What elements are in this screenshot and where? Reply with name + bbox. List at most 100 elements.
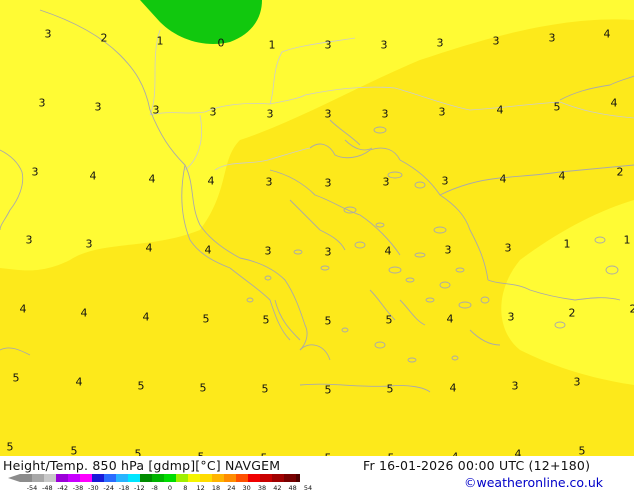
contour-label: 5 xyxy=(135,448,142,457)
contour-label: 3 xyxy=(382,108,389,121)
legend-tick-label: -42 xyxy=(57,484,68,490)
contour-label: 3 xyxy=(325,108,332,121)
contour-label: 3 xyxy=(153,104,160,117)
legend-swatch xyxy=(296,474,300,482)
legend-swatch xyxy=(116,474,128,482)
legend-swatch xyxy=(212,474,224,482)
contour-label: 5 xyxy=(262,383,269,396)
contour-label: 3 xyxy=(86,238,93,251)
legend-tick-label: 18 xyxy=(211,484,221,490)
contour-label: 4 xyxy=(500,173,507,186)
legend-swatch xyxy=(92,474,104,482)
contour-label: 4 xyxy=(611,97,618,110)
legend-swatch xyxy=(284,474,296,482)
contour-label: 1 xyxy=(564,238,571,251)
contour-label: 1 xyxy=(269,39,276,52)
legend-swatch xyxy=(140,474,152,482)
legend-tick-label: -12 xyxy=(134,484,145,490)
contour-label: 5 xyxy=(200,382,207,395)
contour-label: 4 xyxy=(205,244,212,257)
legend-tick-label: 0 xyxy=(167,484,173,490)
legend-swatch xyxy=(104,474,116,482)
contour-label: 4 xyxy=(450,382,457,395)
legend-arrow-left xyxy=(8,474,20,482)
contour-label: 3 xyxy=(508,311,515,324)
legend-tick-label: 38 xyxy=(257,484,267,490)
map-title: Height/Temp. 850 hPa [gdmp][°C] NAVGEM xyxy=(3,458,281,473)
contour-label: 4 xyxy=(497,104,504,117)
contour-label: 3 xyxy=(445,244,452,257)
contour-label: 3 xyxy=(442,175,449,188)
legend-swatch xyxy=(32,474,44,482)
contour-label: 4 xyxy=(559,170,566,183)
contour-label: 5 xyxy=(203,313,210,326)
legend-swatch xyxy=(128,474,140,482)
contour-label: 4 xyxy=(20,303,27,316)
contour-label: 3 xyxy=(383,176,390,189)
contour-label: 4 xyxy=(81,307,88,320)
contour-label: 5 xyxy=(386,314,393,327)
legend-tick-label: -54 xyxy=(26,484,38,490)
contour-label: 4 xyxy=(208,175,215,188)
legend-swatch xyxy=(152,474,164,482)
contour-label: 3 xyxy=(267,108,274,121)
map-view: 3210133333433333333454344433334423344334… xyxy=(0,0,634,490)
contour-label: 4 xyxy=(447,313,454,326)
contour-label: 4 xyxy=(385,245,392,258)
contour-label: 1 xyxy=(624,234,631,247)
legend-swatch xyxy=(260,474,272,482)
contour-label: 5 xyxy=(387,383,394,396)
legend-swatch xyxy=(236,474,248,482)
legend-tick-label: -8 xyxy=(151,484,158,490)
contour-label: 4 xyxy=(90,170,97,183)
contour-label: 3 xyxy=(325,246,332,259)
contour-label: 4 xyxy=(146,242,153,255)
contour-label: 3 xyxy=(325,177,332,190)
contour-label: 4 xyxy=(515,448,522,457)
contour-label: 3 xyxy=(210,106,217,119)
contour-label: 5 xyxy=(71,445,78,457)
contour-label: 3 xyxy=(265,245,272,258)
legend-tick-label: 12 xyxy=(196,484,205,490)
legend-swatch xyxy=(248,474,260,482)
legend-swatch xyxy=(44,474,56,482)
legend-swatch xyxy=(80,474,92,482)
contour-label: 4 xyxy=(604,28,611,41)
contour-label: 3 xyxy=(32,166,39,179)
contour-label: 2 xyxy=(569,307,576,320)
contour-label: 3 xyxy=(266,176,273,189)
contour-label: 0 xyxy=(218,37,225,50)
contour-label: 5 xyxy=(13,372,20,385)
contour-label: 3 xyxy=(39,97,46,110)
contour-label: 5 xyxy=(138,380,145,393)
site-credit[interactable]: ©weatheronline.co.uk xyxy=(464,475,603,490)
legend-tick-label: 24 xyxy=(227,484,236,490)
contour-label: 3 xyxy=(95,101,102,114)
contour-label: 3 xyxy=(437,37,444,50)
contour-label: 3 xyxy=(381,39,388,52)
contour-label: 2 xyxy=(101,32,108,45)
valid-time: Fr 16-01-2026 00:00 UTC (12+180) xyxy=(363,458,591,473)
legend-tick-label: 30 xyxy=(242,484,251,490)
legend-swatch xyxy=(200,474,212,482)
contour-label: 4 xyxy=(149,173,156,186)
contour-label: 4 xyxy=(143,311,150,324)
contour-label: 3 xyxy=(574,376,581,389)
legend-swatch xyxy=(56,474,68,482)
legend-tick-label: -18 xyxy=(118,484,130,490)
legend-tick-label: -24 xyxy=(103,484,114,490)
contour-label: 1 xyxy=(157,35,164,48)
contour-label: 3 xyxy=(512,380,519,393)
legend-tick-label: -48 xyxy=(42,484,53,490)
legend-swatch xyxy=(68,474,80,482)
contour-label: 5 xyxy=(7,441,14,454)
legend-tick-label: 54 xyxy=(303,484,313,490)
contour-label: 2 xyxy=(617,166,624,179)
contour-label: 5 xyxy=(579,445,586,457)
color-scale-legend xyxy=(8,474,300,482)
legend-tick-label: 8 xyxy=(183,484,188,490)
contour-label: 2 xyxy=(630,303,634,316)
contour-label: 5 xyxy=(325,384,332,397)
contour-label: 5 xyxy=(554,101,561,114)
legend-swatch xyxy=(164,474,176,482)
